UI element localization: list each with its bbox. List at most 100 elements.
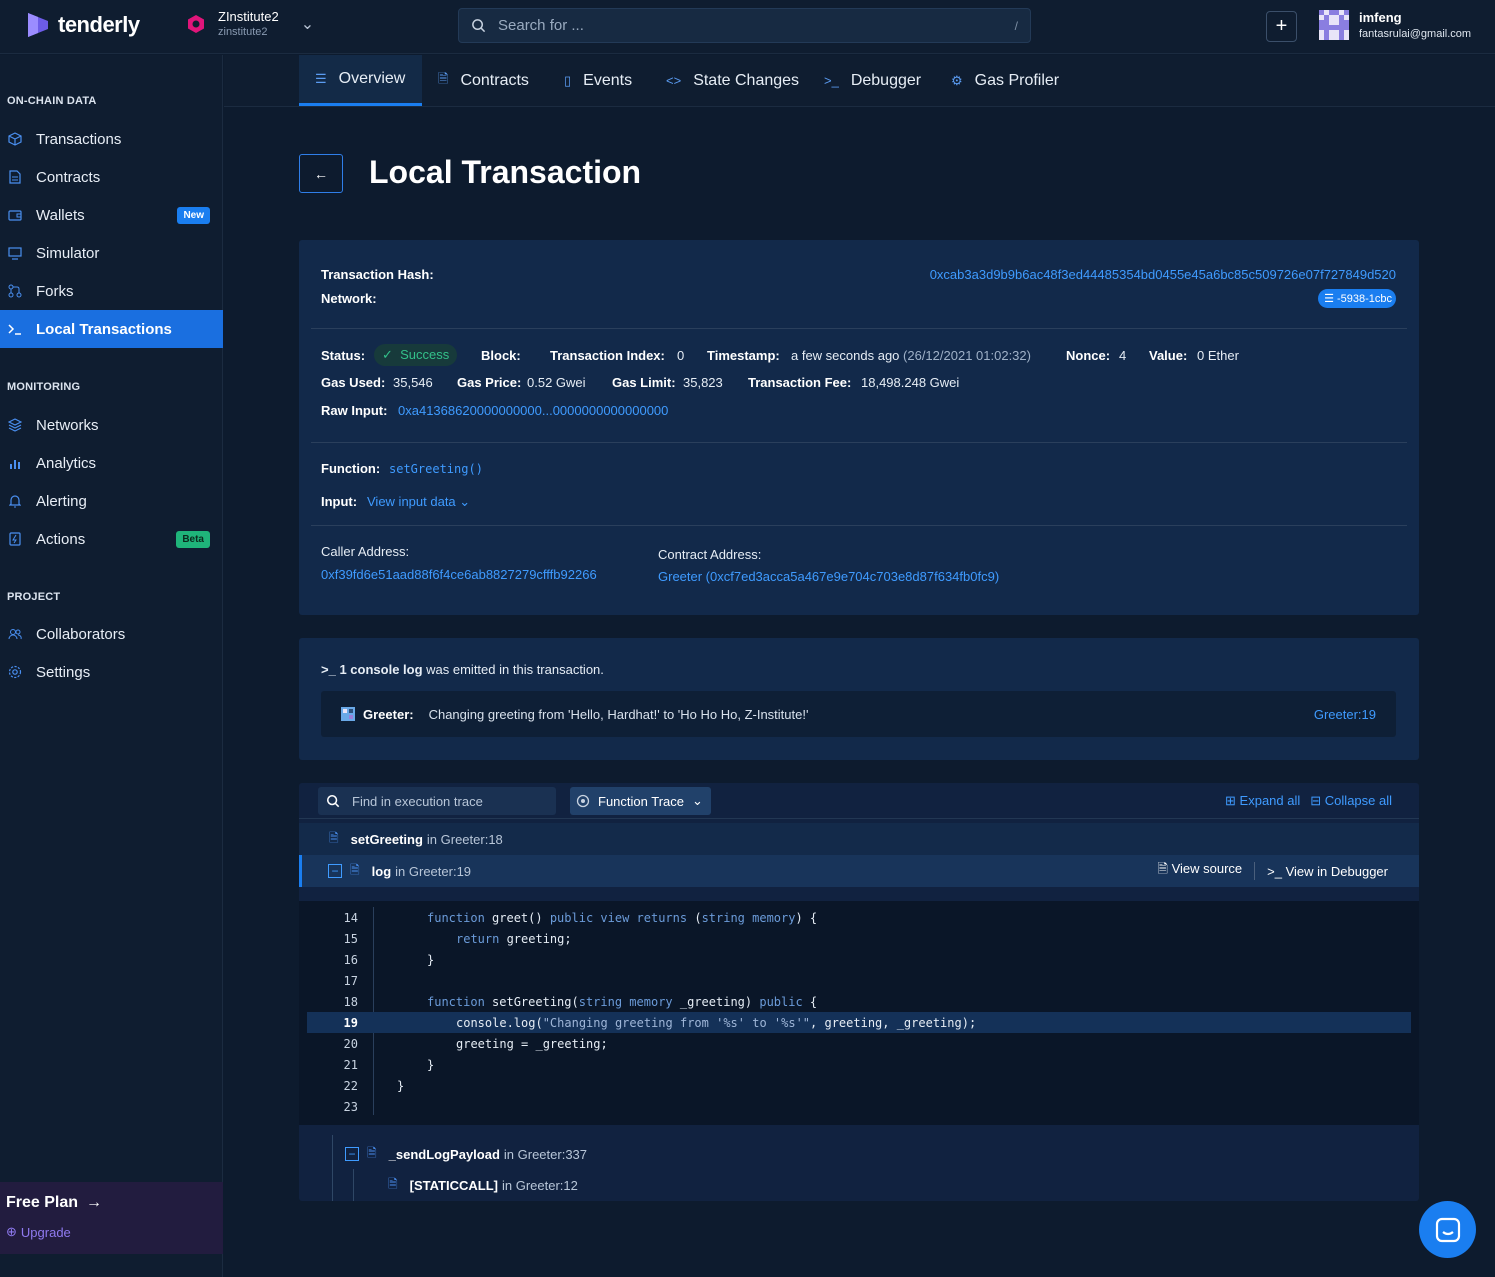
line-number: 14 — [343, 910, 358, 925]
terminal-icon: >_ — [824, 73, 839, 88]
project-slug: zinstitute2 — [218, 26, 268, 38]
code-text: return greeting; — [456, 931, 572, 946]
view-source-button[interactable]: 🗎 View source — [1158, 860, 1243, 882]
tab-debugger[interactable]: >_ Debugger — [824, 55, 921, 106]
code-line: 21} — [299, 1054, 1419, 1075]
tab-label: Debugger — [850, 71, 922, 89]
value-value: 0 Ether — [1197, 348, 1239, 363]
line-number: 15 — [343, 931, 358, 946]
trace-row-selected[interactable]: − 🗎 log in Greeter:19 🗎 View source >_ V… — [299, 855, 1419, 887]
raw-input-value[interactable]: 0xa41368620000000000...0000000000000000 — [398, 403, 668, 418]
tab-gas-profiler[interactable]: ⚙ Gas Profiler — [951, 55, 1059, 106]
sidebar-item-simulator[interactable]: Simulator — [0, 234, 223, 272]
tab-events[interactable]: ▯ Events — [564, 55, 632, 106]
collapse-toggle-icon[interactable]: − — [328, 864, 342, 878]
trace-row[interactable]: 🗎 setGreeting in Greeter:18 — [299, 823, 1419, 855]
trace-search-input[interactable]: Find in execution trace — [318, 787, 556, 815]
terminal-icon: >_ — [321, 662, 336, 677]
line-number: 22 — [343, 1078, 358, 1093]
sidebar-item-collaborators[interactable]: Collaborators — [0, 615, 223, 653]
check-circle-icon: ✓ — [382, 347, 393, 362]
arrow-left-icon: ← — [314, 165, 328, 182]
sidebar-item-transactions[interactable]: Transactions — [0, 120, 223, 158]
divider — [1254, 862, 1256, 880]
code-line-highlighted: 19 console.log("Changing greeting from '%… — [307, 1012, 1411, 1033]
user-email: fantasrulai@gmail.com — [1359, 28, 1472, 40]
tab-label: Gas Profiler — [974, 71, 1060, 89]
minus-square-icon: ⊟ — [1310, 793, 1322, 808]
monitor-icon — [8, 246, 22, 260]
brand-logo[interactable]: tenderly — [26, 11, 140, 39]
fork-icon — [8, 284, 22, 298]
global-search-input[interactable]: Search for ... / — [458, 8, 1031, 43]
network-badge[interactable]: ☰ -5938-1cbc — [1318, 289, 1396, 308]
tab-state-changes[interactable]: <> State Changes — [666, 55, 799, 106]
function-value[interactable]: setGreeting() — [389, 462, 483, 476]
console-log-row[interactable]: Greeter: Changing greeting from 'Hello, … — [321, 691, 1396, 737]
tab-overview[interactable]: ☰ Overview — [299, 55, 422, 106]
support-chat-button[interactable] — [1419, 1201, 1476, 1258]
back-button[interactable]: ← — [299, 154, 343, 193]
sidebar-item-settings[interactable]: Settings — [0, 653, 223, 691]
sidebar-item-analytics[interactable]: Analytics — [0, 444, 223, 482]
sidebar-section-onchain: ON-CHAIN DATA — [7, 95, 97, 107]
collapse-all-button[interactable]: ⊟ Collapse all — [1310, 793, 1392, 809]
brand-name: tenderly — [58, 12, 140, 37]
caller-address-value[interactable]: 0xf39fd6e51aad88f6f4ce6ab8827279cfffb922… — [321, 567, 597, 582]
console-message: Changing greeting from 'Hello, Hardhat!'… — [428, 706, 809, 722]
trace-fn-location: in Greeter:12 — [501, 1177, 578, 1193]
plus-icon: + — [1275, 15, 1288, 37]
nonce-label: Nonce: — [1066, 348, 1111, 363]
code-text: function setGreeting(string memory _gree… — [427, 994, 818, 1009]
free-plan-link[interactable]: Free Plan → — [6, 1194, 217, 1212]
user-menu[interactable]: imfeng fantasrulai@gmail.com — [1319, 9, 1471, 42]
sidebar-item-local-transactions[interactable]: Local Transactions — [0, 310, 223, 348]
console-location-link[interactable]: Greeter:19 — [1314, 707, 1376, 722]
code-line: 23 — [299, 1096, 1419, 1117]
sidebar-item-actions[interactable]: Actions Beta — [0, 520, 223, 558]
sidebar-item-networks[interactable]: Networks — [0, 406, 223, 444]
sidebar-item-label: Networks — [36, 416, 99, 434]
upgrade-link[interactable]: ⊕ Upgrade — [6, 1224, 217, 1240]
sidebar-item-contracts[interactable]: Contracts — [0, 158, 223, 196]
layers-icon: ☰ — [1324, 293, 1334, 305]
view-input-data-link[interactable]: View input data ⌄ — [367, 494, 470, 510]
page-title: Local Transaction — [369, 154, 642, 190]
top-bar: tenderly ZInstitute2 zinstitute2 ⌄ Searc… — [0, 0, 1495, 54]
code-text: } — [397, 1078, 405, 1093]
contract-address-value[interactable]: Greeter (0xcf7ed3acca5a467e9e704c703e8d8… — [658, 569, 999, 584]
collapse-toggle-icon[interactable]: − — [345, 1147, 359, 1161]
search-placeholder: Search for ... — [498, 17, 584, 34]
divider — [311, 328, 1407, 329]
gear-icon — [8, 665, 22, 679]
project-hexagon-icon — [188, 15, 204, 33]
sidebar-item-alerting[interactable]: Alerting — [0, 482, 223, 520]
view-in-debugger-button[interactable]: >_ View in Debugger — [1267, 864, 1388, 879]
search-icon — [326, 794, 340, 808]
add-button[interactable]: + — [1266, 11, 1297, 42]
tab-contracts[interactable]: 🗎 Contracts — [438, 55, 529, 106]
sidebar-item-wallets[interactable]: Wallets New — [0, 196, 223, 234]
trace-row[interactable]: 🗎 [STATICCALL] in Greeter:12 — [299, 1169, 1419, 1201]
code-line: 22} — [299, 1075, 1419, 1096]
console-count: 1 console log — [339, 662, 423, 677]
tx-hash-value[interactable]: 0xcab3a3d9b9b6ac48f3ed44485354bd0455e45a… — [930, 267, 1396, 282]
line-number: 19 — [343, 1015, 358, 1030]
project-switcher[interactable]: ZInstitute2 zinstitute2 ⌄ — [186, 9, 314, 39]
arrow-right-icon: → — [86, 1194, 103, 1211]
plan-title: Free Plan — [6, 1194, 79, 1211]
sidebar-item-forks[interactable]: Forks — [0, 272, 223, 310]
document-icon: 🗎 — [438, 70, 449, 86]
trace-row[interactable]: − 🗎 _sendLogPayload in Greeter:337 — [299, 1138, 1419, 1170]
code-line: 16} — [299, 949, 1419, 970]
sidebar-section-monitoring: MONITORING — [7, 381, 81, 393]
timestamp-relative: a few seconds ago — [791, 348, 900, 363]
trace-fn-name: log — [371, 863, 392, 879]
code-line: 20 greeting = _greeting; — [299, 1033, 1419, 1054]
function-trace-dropdown[interactable]: Function Trace ⌄ — [570, 787, 711, 815]
sidebar-item-label: Collaborators — [36, 625, 126, 643]
console-log-card: >_ 1 console log was emitted in this tra… — [299, 638, 1419, 760]
gas-used-label: Gas Used: — [321, 375, 386, 390]
gas-limit-value: 35,823 — [683, 375, 723, 390]
expand-all-button[interactable]: ⊞ Expand all — [1225, 793, 1300, 809]
